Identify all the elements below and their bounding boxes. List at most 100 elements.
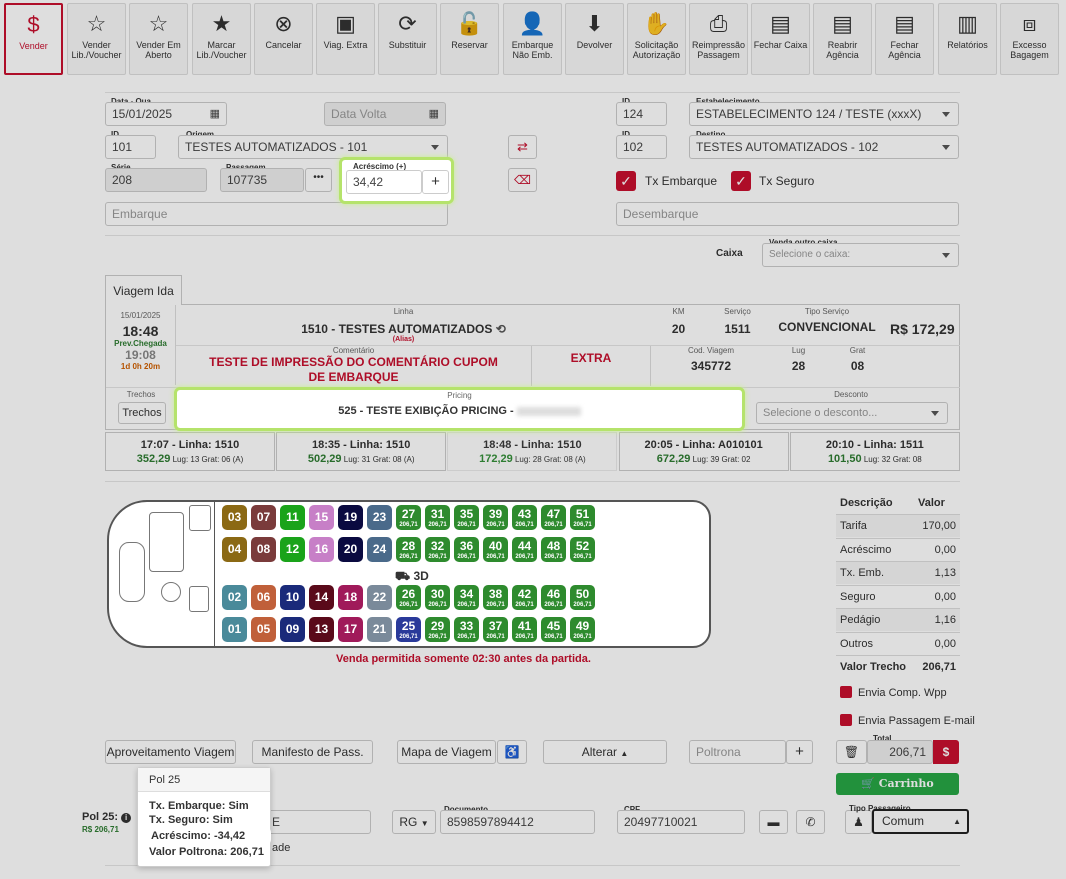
origin-id-input[interactable]: 101 (105, 135, 156, 159)
seat-04[interactable]: 04 (222, 537, 247, 562)
seat-43[interactable]: 43 206,71 (512, 505, 537, 530)
seat-42[interactable]: 42 206,71 (512, 585, 537, 610)
add-surcharge-button[interactable]: + (422, 170, 449, 194)
seat-40[interactable]: 40 206,71 (483, 537, 508, 562)
origin-select[interactable]: TESTES AUTOMATIZADOS - 101 (178, 135, 448, 159)
series-input[interactable]: 208 (105, 168, 207, 192)
document-input[interactable]: 8598597894412 (440, 810, 595, 834)
seat-51[interactable]: 51 206,71 (570, 505, 595, 530)
toolbar-button-1[interactable]: $ Vender (4, 3, 63, 75)
toolbar-button-13[interactable]: ▤ Fechar Caixa (751, 3, 810, 75)
toolbar-button-9[interactable]: 👤 Embarque Não Emb. (503, 3, 562, 75)
seat-21[interactable]: 21 (367, 617, 392, 642)
passenger-name-input[interactable]: E (265, 810, 371, 834)
cart-button[interactable]: 🛒 Carrinho (836, 773, 959, 795)
seat-17[interactable]: 17 (338, 617, 363, 642)
delete-button[interactable]: 🗑 (836, 740, 867, 764)
destination-select[interactable]: TESTES AUTOMATIZADOS - 102 (689, 135, 959, 159)
seat-31[interactable]: 31 206,71 (425, 505, 450, 530)
seat-34[interactable]: 34 206,71 (454, 585, 479, 610)
passenger-type-select[interactable]: Comum ▲ (872, 809, 969, 834)
trip-option[interactable]: 20:10 - Linha: 1511 101,50 Lug: 32 Grat: … (789, 432, 960, 471)
seat-02[interactable]: 02 (222, 585, 247, 610)
return-date-input[interactable]: Data Volta ▦ (324, 102, 446, 126)
seat-37[interactable]: 37 206,71 (483, 617, 508, 642)
seat-33[interactable]: 33 206,71 (454, 617, 479, 642)
seat-09[interactable]: 09 (280, 617, 305, 642)
seat-49[interactable]: 49 206,71 (570, 617, 595, 642)
seat-07[interactable]: 07 (251, 505, 276, 530)
trip-option[interactable]: 18:48 - Linha: 1510 172,29 Lug: 28 Grat: … (447, 432, 618, 471)
seat-15[interactable]: 15 (309, 505, 334, 530)
toolbar-button-10[interactable]: ⬇ Devolver (565, 3, 624, 75)
seat-18[interactable]: 18 (338, 585, 363, 610)
refresh-icon[interactable]: ⟲ (496, 322, 506, 336)
discount-select[interactable]: Selecione o desconto... (756, 402, 948, 424)
tx-boarding-checkbox[interactable]: ✓ (616, 171, 636, 191)
surcharge-input[interactable]: 34,42 (346, 170, 422, 194)
seat-28[interactable]: 28 206,71 (396, 537, 421, 562)
other-cashier-select[interactable]: Selecione o caixa: (762, 243, 959, 267)
seat-48[interactable]: 48 206,71 (541, 537, 566, 562)
whatsapp-checkbox[interactable] (840, 686, 852, 698)
seat-30[interactable]: 30 206,71 (425, 585, 450, 610)
toolbar-button-8[interactable]: 🔓 Reservar (440, 3, 499, 75)
seat-22[interactable]: 22 (367, 585, 392, 610)
seat-24[interactable]: 24 (367, 537, 392, 562)
sell-dollar-button[interactable]: $ (933, 740, 959, 764)
seat-46[interactable]: 46 206,71 (541, 585, 566, 610)
seat-08[interactable]: 08 (251, 537, 276, 562)
toolbar-button-5[interactable]: ⊗ Cancelar (254, 3, 313, 75)
toolbar-button-14[interactable]: ▤ Reabrir Agência (813, 3, 872, 75)
seat-01[interactable]: 01 (222, 617, 247, 642)
seat-11[interactable]: 11 (280, 505, 305, 530)
legs-button[interactable]: Trechos (118, 402, 166, 424)
seat-19[interactable]: 19 (338, 505, 363, 530)
doc-type-select[interactable]: RG ▼ (392, 810, 436, 834)
clear-button[interactable]: ⌫ (508, 168, 537, 192)
toolbar-button-2[interactable]: ☆ Vender Lib./Voucher (67, 3, 126, 75)
destination-id-input[interactable]: 102 (616, 135, 667, 159)
ticket-more-button[interactable]: ••• (305, 168, 332, 192)
seat-26[interactable]: 26 206,71 (396, 585, 421, 610)
seat-39[interactable]: 39 206,71 (483, 505, 508, 530)
seat-03[interactable]: 03 (222, 505, 247, 530)
seat-52[interactable]: 52 206,71 (570, 537, 595, 562)
seat-50[interactable]: 50 206,71 (570, 585, 595, 610)
seat-44[interactable]: 44 206,71 (512, 537, 537, 562)
seat-38[interactable]: 38 206,71 (483, 585, 508, 610)
establishment-id-input[interactable]: 124 (616, 102, 667, 126)
seat-16[interactable]: 16 (309, 537, 334, 562)
seat-32[interactable]: 32 206,71 (425, 537, 450, 562)
trip-option[interactable]: 20:05 - Linha: A010101 672,29 Lug: 39 Gra… (618, 432, 789, 471)
email-checkbox[interactable] (840, 714, 852, 726)
date-input[interactable]: 15/01/2025 ▦ (105, 102, 227, 126)
toolbar-button-16[interactable]: ▥ Relatórios (938, 3, 997, 75)
toolbar-button-17[interactable]: ⧈ Excesso Bagagem (1000, 3, 1059, 75)
tab-viagem-ida[interactable]: Viagem Ida (105, 275, 182, 305)
seat-05[interactable]: 05 (251, 617, 276, 642)
seat-23[interactable]: 23 (367, 505, 392, 530)
passenger-type-icon-button[interactable]: ♟ (845, 810, 872, 834)
toolbar-button-11[interactable]: ✋ Solicitação Autorização (627, 3, 686, 75)
seat-41[interactable]: 41 206,71 (512, 617, 537, 642)
seat-35[interactable]: 35 206,71 (454, 505, 479, 530)
seat-29[interactable]: 29 206,71 (425, 617, 450, 642)
seat-36[interactable]: 36 206,71 (454, 537, 479, 562)
swap-button[interactable]: ⇄ (508, 135, 537, 159)
establishment-select[interactable]: ESTABELECIMENTO 124 / TESTE (xxxX) (689, 102, 959, 126)
manifest-button[interactable]: Manifesto de Pass. (252, 740, 373, 764)
seat-27[interactable]: 27 206,71 (396, 505, 421, 530)
alighting-input[interactable]: Desembarque (616, 202, 959, 226)
seat-25[interactable]: 25 206,71 (396, 617, 421, 642)
reuse-trip-button[interactable]: Aproveitamento Viagem (105, 740, 236, 764)
cpf-input[interactable]: 20497710021 (617, 810, 745, 834)
toolbar-button-12[interactable]: ⎙ Reimpressão Passagem (689, 3, 748, 75)
accessibility-button[interactable]: ♿ (497, 740, 527, 764)
seat-10[interactable]: 10 (280, 585, 305, 610)
seat-06[interactable]: 06 (251, 585, 276, 610)
seat-12[interactable]: 12 (280, 537, 305, 562)
seat-number-input[interactable]: Poltrona (689, 740, 786, 764)
info-icon[interactable]: i (121, 813, 132, 823)
add-seat-button[interactable]: + (786, 740, 813, 764)
